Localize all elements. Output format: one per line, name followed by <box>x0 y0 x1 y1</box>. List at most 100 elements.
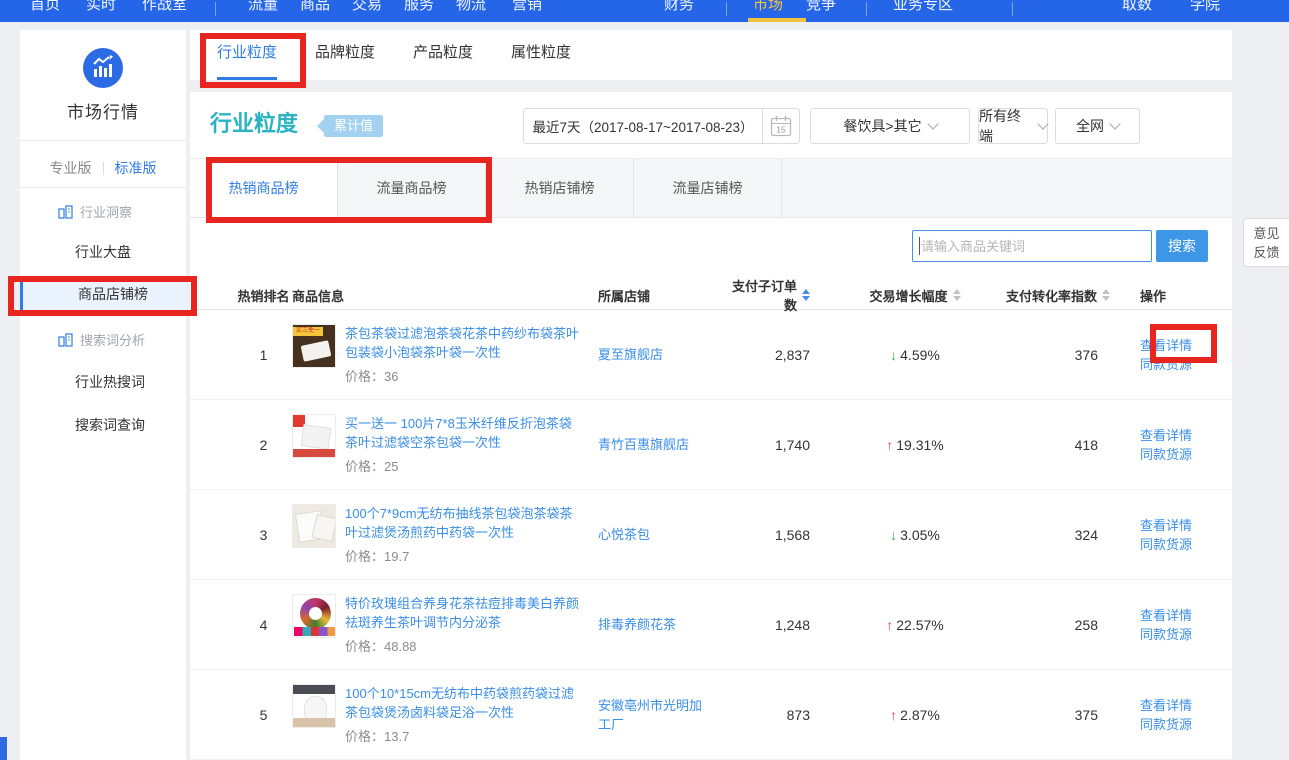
product-title-link[interactable]: 100个10*15cm无纺布中药袋煎药袋过滤茶包袋煲汤卤料袋足浴一次性 <box>345 684 581 722</box>
header-paid-suborders[interactable]: 支付子订单数 <box>720 276 810 314</box>
same-goods-source-link[interactable]: 同款货源 <box>1140 625 1215 644</box>
product-image[interactable] <box>292 594 336 638</box>
product-image[interactable] <box>292 504 336 548</box>
table-row: 3 100个7*9cm无纺布抽线茶包袋泡茶袋茶叶过滤煲汤煎药中药袋一次性 价格：… <box>190 490 1232 580</box>
trade-growth-value: 22.57% <box>810 617 980 633</box>
chevron-down-icon <box>1109 118 1120 129</box>
paid-suborders-value: 1,740 <box>720 437 810 453</box>
sidebar-item-search-word-query[interactable]: 搜索词查询 <box>75 415 145 435</box>
decorative-shape <box>293 449 336 457</box>
view-detail-link[interactable]: 查看详情 <box>1140 426 1215 445</box>
product-title-link[interactable]: 特价玫瑰组合养身花茶祛痘排毒美白养颜祛斑养生茶叶调节内分泌茶 <box>345 594 581 632</box>
shop-link[interactable]: 心悦茶包 <box>598 525 650 544</box>
table-row: 5 100个10*15cm无纺布中药袋煎药袋过滤茶包袋煲汤卤料袋足浴一次性 价格… <box>190 670 1232 760</box>
product-title-link[interactable]: 100个7*9cm无纺布抽线茶包袋泡茶袋茶叶过滤煲汤煎药中药袋一次性 <box>345 504 581 542</box>
category-dropdown-value: 餐饮具>其它 <box>843 116 921 136</box>
nav-item-logistics[interactable]: 物流 <box>456 0 486 14</box>
same-goods-source-link[interactable]: 同款货源 <box>1140 715 1215 734</box>
version-standard[interactable]: 标准版 <box>115 158 157 178</box>
product-image[interactable] <box>292 684 336 728</box>
product-title-link[interactable]: 买一送一 100片7*8玉米纤维反折泡茶袋茶叶过滤袋空茶包袋一次性 <box>345 414 581 452</box>
subtab-hot-shop-ranking[interactable]: 热销店铺榜 <box>486 159 634 217</box>
product-image[interactable]: 买三免一 <box>292 324 336 368</box>
rank-value: 4 <box>235 617 292 633</box>
paid-suborders-value: 873 <box>720 707 810 723</box>
tab-attribute-granularity[interactable]: 属性粒度 <box>511 30 571 77</box>
page-title: 行业粒度 <box>210 106 298 138</box>
nav-item-realtime[interactable]: 实时 <box>86 0 116 14</box>
tab-product-granularity[interactable]: 产品粒度 <box>413 30 473 77</box>
rank-value: 2 <box>235 437 292 453</box>
table-header: 热销排名 商品信息 所属店铺 支付子订单数 交易增长幅度 支付转化率指数 操作 <box>190 276 1232 310</box>
header-conversion-index[interactable]: 支付转化率指数 <box>980 286 1110 305</box>
nav-item-competition[interactable]: 竞争 <box>806 0 836 14</box>
header-trade-growth[interactable]: 交易增长幅度 <box>810 286 980 305</box>
product-price: 价格：36 <box>345 366 581 385</box>
decorative-shape <box>301 424 332 450</box>
nav-item-academy[interactable]: 学院 <box>1190 0 1220 14</box>
trade-growth-value: 3.05% <box>810 527 980 543</box>
sort-icon[interactable] <box>1102 289 1110 301</box>
nav-item-business-zone[interactable]: 业务专区 <box>893 0 953 14</box>
tab-brand-granularity[interactable]: 品牌粒度 <box>315 30 375 77</box>
nav-item-data-fetch[interactable]: 取数 <box>1122 0 1152 14</box>
sidebar-item-hot-search-words[interactable]: 行业热搜词 <box>75 372 145 392</box>
feedback-button[interactable]: 意见反馈 <box>1243 218 1289 267</box>
same-goods-source-link[interactable]: 同款货源 <box>1140 355 1215 374</box>
header-shop: 所属店铺 <box>598 286 720 305</box>
shop-link[interactable]: 夏至旗舰店 <box>598 345 663 364</box>
paid-suborders-value: 2,837 <box>720 347 810 363</box>
version-pro[interactable]: 专业版 <box>50 158 92 178</box>
search-button[interactable]: 搜索 <box>1156 230 1208 262</box>
nav-item-marketing[interactable]: 营销 <box>512 0 542 14</box>
view-detail-link[interactable]: 查看详情 <box>1140 516 1215 535</box>
nav-item-warroom[interactable]: 作战室 <box>142 0 187 14</box>
table-row: 1 买三免一 茶包茶袋过滤泡茶袋花茶中药纱布袋茶叶包装袋小泡袋茶叶袋一次性 价格… <box>190 310 1232 400</box>
nav-item-home[interactable]: 首页 <box>30 0 60 14</box>
market-chart-logo-icon <box>83 48 123 88</box>
subtab-traffic-product-ranking[interactable]: 流量商品榜 <box>338 159 486 217</box>
ranking-subtabs: 热销商品榜 流量商品榜 热销店铺榜 流量店铺榜 <box>190 158 1232 218</box>
sort-icon[interactable] <box>802 289 810 301</box>
sidebar-item-industry-overview[interactable]: 行业大盘 <box>75 242 131 262</box>
rank-value: 1 <box>235 347 292 363</box>
date-range-picker[interactable]: 最近7天（2017-08-17~2017-08-23） 15 <box>523 108 800 144</box>
conversion-index-value: 375 <box>980 707 1110 723</box>
sort-icon[interactable] <box>953 289 961 301</box>
tab-industry-granularity[interactable]: 行业粒度 <box>217 30 277 80</box>
scope-dropdown[interactable]: 全网 <box>1055 108 1140 144</box>
shop-link[interactable]: 排毒养颜花茶 <box>598 615 676 634</box>
shop-link[interactable]: 安徽亳州市光明加工厂 <box>598 696 714 734</box>
nav-item-traffic[interactable]: 流量 <box>248 0 278 14</box>
sidebar-section-search-analysis: 搜索词分析 <box>58 330 145 349</box>
view-detail-link[interactable]: 查看详情 <box>1140 606 1215 625</box>
decorative-shape <box>293 685 336 694</box>
same-goods-source-link[interactable]: 同款货源 <box>1140 535 1215 554</box>
trade-growth-value: 2.87% <box>810 707 980 723</box>
main-content: 行业粒度 累计值 最近7天（2017-08-17~2017-08-23） 15 … <box>190 92 1232 760</box>
same-goods-source-link[interactable]: 同款货源 <box>1140 445 1215 464</box>
subtab-hot-product-ranking[interactable]: 热销商品榜 <box>190 159 338 217</box>
sidebar-item-product-shop-ranking[interactable]: 商品店铺榜 <box>20 278 186 311</box>
terminal-dropdown[interactable]: 所有终端 <box>978 108 1048 144</box>
view-detail-link[interactable]: 查看详情 <box>1140 336 1215 355</box>
nav-item-finance[interactable]: 财务 <box>664 0 694 14</box>
rank-value: 5 <box>235 707 292 723</box>
decorative-shape <box>312 514 336 542</box>
nav-item-service[interactable]: 服务 <box>404 0 434 14</box>
product-image[interactable] <box>292 414 336 458</box>
subtab-traffic-shop-ranking[interactable]: 流量店铺榜 <box>634 159 782 217</box>
product-title-link[interactable]: 茶包茶袋过滤泡茶袋花茶中药纱布袋茶叶包装袋小泡袋茶叶袋一次性 <box>345 324 581 362</box>
nav-item-product[interactable]: 商品 <box>300 0 330 14</box>
paid-suborders-value: 1,568 <box>720 527 810 543</box>
header-rank: 热销排名 <box>235 286 292 305</box>
conversion-index-value: 418 <box>980 437 1110 453</box>
granularity-tabs: 行业粒度 品牌粒度 产品粒度 属性粒度 <box>190 30 1232 80</box>
nav-divider <box>866 2 867 16</box>
keyword-search-input[interactable] <box>912 230 1152 262</box>
view-detail-link[interactable]: 查看详情 <box>1140 696 1215 715</box>
nav-item-market[interactable]: 市场 <box>753 0 783 14</box>
category-dropdown[interactable]: 餐饮具>其它 <box>810 108 970 144</box>
nav-item-trade[interactable]: 交易 <box>352 0 382 14</box>
shop-link[interactable]: 青竹百惠旗舰店 <box>598 435 689 454</box>
